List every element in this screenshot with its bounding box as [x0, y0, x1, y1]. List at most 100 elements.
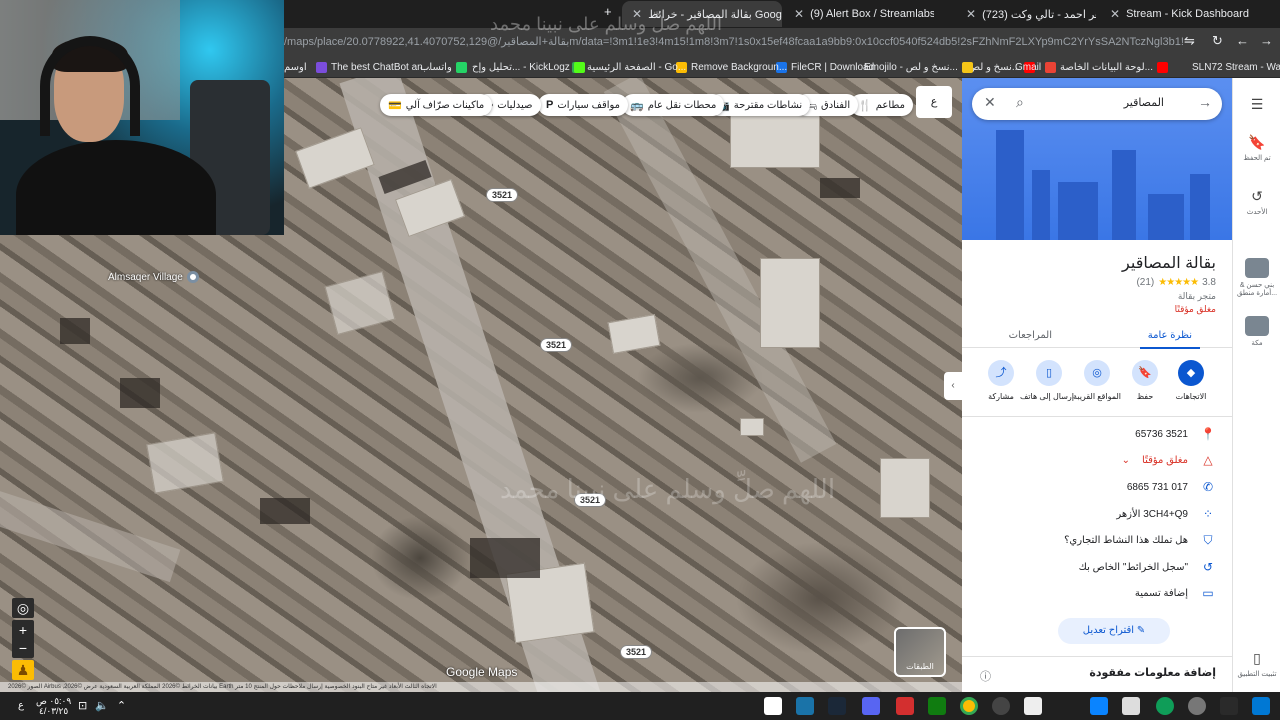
- menu-icon[interactable]: ☰: [1233, 96, 1280, 116]
- close-icon[interactable]: ✕: [984, 94, 996, 111]
- bookmark-item[interactable]: اوسم: [284, 59, 307, 75]
- bookmark-item[interactable]: Gmail: [1015, 59, 1057, 75]
- search-input[interactable]: المصاقير: [1124, 96, 1164, 109]
- shield-icon: ⛉: [1203, 532, 1213, 547]
- pencil-icon: ✎: [1134, 625, 1146, 636]
- discord-icon[interactable]: [862, 697, 880, 715]
- info-claim-business[interactable]: ⛉ هل تملك هذا النشاط التجاري؟: [976, 530, 1216, 550]
- review-count[interactable]: (21): [1136, 277, 1154, 288]
- suggest-edit-button[interactable]: ✎ اقتراح تعديل: [1058, 618, 1170, 644]
- notepad-icon[interactable]: [1024, 697, 1042, 715]
- send-to-phone-button[interactable]: ▯ إرسال إلى هاتف: [1020, 360, 1074, 401]
- close-icon[interactable]: ✕: [794, 7, 804, 21]
- clock[interactable]: ٠٥:٠٩ ص ٤/٠٣/٢٥: [36, 696, 71, 716]
- share-button[interactable]: ⤴ مشاركة: [976, 360, 1026, 401]
- install-icon[interactable]: ⇋: [1184, 33, 1195, 49]
- close-icon[interactable]: ✕: [1110, 7, 1120, 21]
- bookmark-item[interactable]: تحليل وإح... - KickLogz: [472, 59, 585, 75]
- taskbar-app-icon[interactable]: [896, 697, 914, 715]
- tab-kick[interactable]: ✕ Stream - Kick Dashboard: [1100, 1, 1250, 27]
- tab-reviews[interactable]: المراجعات: [1009, 330, 1052, 341]
- volume-icon[interactable]: 🔈: [95, 699, 109, 712]
- back-icon[interactable]: ←: [1236, 33, 1249, 48]
- chip-restaurants[interactable]: 🍴 مطاعم: [850, 94, 913, 116]
- info-status[interactable]: △ مغلق مؤقتًا ⌄: [976, 450, 1216, 470]
- headset: [40, 36, 140, 136]
- taskbar-app-icon[interactable]: [796, 697, 814, 715]
- directions-arrow-icon[interactable]: →: [1198, 94, 1212, 110]
- start-icon[interactable]: [1252, 697, 1270, 715]
- bookmark-item[interactable]: Emojilo - نسخ و لص...: [864, 59, 973, 75]
- search-box[interactable]: → المصاقير ⌕ ✕: [972, 88, 1222, 120]
- taskbar-app-icon[interactable]: [1122, 697, 1140, 715]
- rail-recent-item[interactable]: مكة: [1233, 316, 1280, 347]
- rail-install-app[interactable]: ▯ تثبيت التطبيق: [1233, 650, 1280, 678]
- map-mode-button[interactable]: ع: [916, 86, 952, 118]
- bookmark-item[interactable]: FileCR | Download: [776, 59, 874, 75]
- tab-label: Stream - Kick Dashboard: [1126, 8, 1249, 20]
- bookmark-item[interactable]: Remove Backgroun...: [676, 59, 787, 75]
- rail-recent[interactable]: ↺ الأحدث: [1233, 188, 1280, 216]
- place-tabs: نظرة عامة المراجعات: [962, 322, 1232, 349]
- info-maps-history[interactable]: ↺ "سجل الخرائط" الخاص بك: [976, 557, 1216, 577]
- action-buttons: ◆ الاتجاهات 🔖 حفظ ◎ المواقع القريبة ▯ إرسال …: [962, 360, 1232, 410]
- place-rating[interactable]: 3.8 ★★★★★ (21): [1136, 277, 1216, 288]
- chevron-up-icon[interactable]: ⌃: [117, 699, 126, 712]
- info-address[interactable]: 📍 3521 65736: [976, 424, 1216, 444]
- reload-icon[interactable]: ↻: [1212, 33, 1223, 49]
- zoom-out-button[interactable]: −: [12, 638, 34, 658]
- save-button[interactable]: 🔖 حفظ: [1120, 360, 1170, 401]
- streamer-body: [16, 140, 216, 235]
- collapse-panel-button[interactable]: ‹: [944, 372, 962, 400]
- xbox-icon[interactable]: [928, 697, 946, 715]
- star-icon: ★★★★★: [1158, 277, 1199, 288]
- bookmark-item[interactable]: الصفحة الرئيسية - Go...: [572, 59, 686, 75]
- taskbar-app-icon[interactable]: [992, 697, 1010, 715]
- directions-button[interactable]: ◆ الاتجاهات: [1166, 360, 1216, 401]
- close-icon[interactable]: ✕: [966, 7, 976, 21]
- info-icon[interactable]: ⓘ: [980, 668, 991, 684]
- place-category[interactable]: متجر بقالة: [1178, 291, 1216, 302]
- shadow: [470, 538, 540, 578]
- add-missing-info[interactable]: إضافة معلومات مفقودة: [1089, 666, 1216, 679]
- forward-icon[interactable]: →: [1260, 33, 1273, 48]
- place-panel: → المصاقير ⌕ ✕ بقالة المصاقير 3.8 ★★★★★ …: [962, 78, 1232, 692]
- search-icon[interactable]: ⌕: [1016, 94, 1024, 111]
- steam-icon[interactable]: [828, 697, 846, 715]
- bookmark-item[interactable]: لوحة البيانات الخاصة...: [1060, 59, 1168, 75]
- tab-streamlabs[interactable]: ✕ (9) Alert Box / Streamlabs: [784, 1, 934, 27]
- settings-icon[interactable]: [1188, 697, 1206, 715]
- info-phone[interactable]: ✆ 017 731 6865: [976, 477, 1216, 497]
- tab-youtube[interactable]: ✕ (723) ماهر احمد - تالي وكت: [956, 1, 1096, 27]
- pegman-icon[interactable]: ♟: [12, 660, 34, 680]
- url-field[interactable]: /maps/place/بقالة+المصاقير/@20.0778922,4…: [284, 32, 1184, 52]
- network-icon[interactable]: ⊡: [78, 699, 87, 712]
- plus-code-icon: ⁘: [1202, 507, 1214, 521]
- chip-transit[interactable]: 🚌 محطات نقل عام: [622, 94, 725, 116]
- chrome-icon[interactable]: [960, 697, 978, 715]
- history-icon: ↺: [1202, 560, 1214, 574]
- system-tray: ⊡ 🔈 ⌃: [78, 699, 126, 712]
- layers-button[interactable]: الطبقات: [894, 627, 946, 677]
- chip-parking[interactable]: P مواقف سيارات: [538, 94, 629, 116]
- language-indicator[interactable]: ع: [18, 700, 24, 711]
- edge-icon[interactable]: [1156, 697, 1174, 715]
- taskbar-app-icon[interactable]: [764, 697, 782, 715]
- info-plus-code[interactable]: ⁘ 3CH4+Q9 الأزهر: [976, 504, 1216, 524]
- rail-recent-item[interactable]: بني حسن & أمارة منطق...: [1233, 258, 1280, 297]
- bookmark-item[interactable]: SLN72 Stream - Wat...: [1192, 59, 1280, 75]
- my-location-icon[interactable]: ◎: [12, 598, 34, 618]
- search-icon[interactable]: [1220, 697, 1238, 715]
- taskbar-app-icon[interactable]: [1090, 697, 1108, 715]
- info-add-label[interactable]: ▭ إضافة تسمية: [976, 583, 1216, 603]
- rail-saved[interactable]: 🔖 تم الحفظ: [1233, 134, 1280, 162]
- shadow: [120, 378, 160, 408]
- chip-atms[interactable]: 💳 ماكينات صرّاف آلي: [380, 94, 493, 116]
- zoom-in-button[interactable]: +: [12, 620, 34, 640]
- village-label[interactable]: Almsaqer Village: [108, 271, 199, 283]
- bookmark-item[interactable]: The best ChatBot an...: [316, 59, 431, 75]
- nearby-button[interactable]: ◎ المواقع القريبة: [1072, 360, 1122, 401]
- bookmark-icon: [961, 61, 973, 73]
- tab-overview[interactable]: نظرة عامة: [1139, 330, 1201, 349]
- building: [760, 258, 820, 348]
